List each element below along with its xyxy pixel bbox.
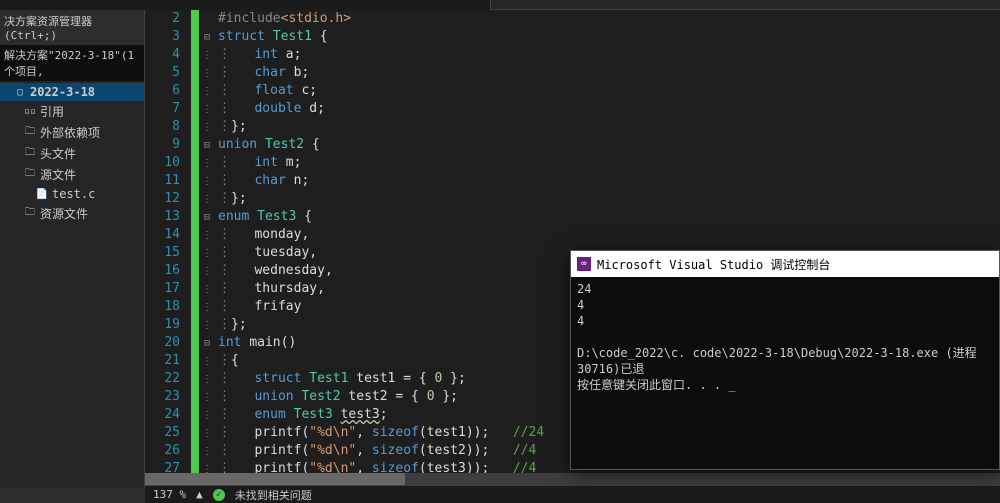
header-files-label: 头文件 [40, 145, 76, 162]
fold-gutter: ⊟ ⋮⋮⋮⋮⋮ ⊟ ⋮⋮⋮ ⊟ ⋮⋮⋮⋮⋮⋮ ⊟ ⋮⋮⋮⋮⋮⋮⋮⋮ [200, 10, 214, 488]
folder-icon: 🗀 [24, 169, 36, 181]
status-ok-icon: ✓ [213, 489, 225, 501]
line-number: 19 [145, 316, 190, 334]
line-number: 10 [145, 154, 190, 172]
line-number: 4 [145, 46, 190, 64]
line-number: 24 [145, 406, 190, 424]
c-file-icon: 📄 [36, 188, 48, 200]
line-number: 9 [145, 136, 190, 154]
fold-toggle[interactable]: ⊟ [200, 208, 214, 226]
debug-console-output[interactable]: 24 4 4 D:\code_2022\c. code\2022-3-18\De… [571, 277, 999, 397]
project-label: 2022-3-18 [30, 85, 95, 99]
issues-label[interactable]: 未找到相关问题 [235, 487, 312, 503]
line-number: 6 [145, 82, 190, 100]
line-number: 18 [145, 298, 190, 316]
project-icon: ▢ [14, 86, 26, 98]
line-number: 12 [145, 190, 190, 208]
solution-explorer: 决方案资源管理器(Ctrl+;) 解决方案"2022-3-18"(1 个项目, … [0, 10, 145, 488]
external-deps-label: 外部依赖项 [40, 124, 100, 141]
line-number: 14 [145, 226, 190, 244]
status-bar: 137 % ▲ ✓ 未找到相关问题 [145, 485, 1000, 503]
line-number: 26 [145, 442, 190, 460]
resource-files-label: 资源文件 [40, 205, 88, 222]
line-number: 3 [145, 28, 190, 46]
line-number: 7 [145, 100, 190, 118]
line-number: 11 [145, 172, 190, 190]
line-number: 22 [145, 370, 190, 388]
fold-toggle[interactable]: ⊟ [200, 136, 214, 154]
references-icon: ▫▫ [24, 106, 36, 118]
line-number: 2 [145, 10, 190, 28]
folder-icon: 🗀 [24, 208, 36, 220]
file-test-c[interactable]: 📄 test.c [0, 185, 144, 203]
line-number: 23 [145, 388, 190, 406]
project-node[interactable]: ▢ 2022-3-18 [0, 83, 144, 101]
scrollbar-thumb[interactable] [145, 473, 405, 485]
folder-icon: 🗀 [24, 148, 36, 160]
source-files-node[interactable]: 🗀 源文件 [0, 164, 144, 185]
line-number: 15 [145, 244, 190, 262]
source-files-label: 源文件 [40, 166, 76, 183]
horizontal-scrollbar[interactable] [145, 473, 1000, 485]
solution-explorer-search[interactable]: 决方案资源管理器(Ctrl+;) [0, 10, 144, 45]
file-label: test.c [52, 187, 95, 201]
line-number: 5 [145, 64, 190, 82]
fold-toggle[interactable]: ⊟ [200, 28, 214, 46]
fold-toggle[interactable]: ⊟ [200, 334, 214, 352]
change-bar [190, 10, 200, 488]
resource-files-node[interactable]: 🗀 资源文件 [0, 203, 144, 224]
external-deps-node[interactable]: 🗀 外部依赖项 [0, 122, 144, 143]
debug-console-title: Microsoft Visual Studio 调试控制台 [597, 256, 830, 273]
line-number: 20 [145, 334, 190, 352]
header-files-node[interactable]: 🗀 头文件 [0, 143, 144, 164]
vs-icon: ∞ [577, 257, 591, 271]
folder-icon: 🗀 [24, 127, 36, 139]
references-node[interactable]: ▫▫ 引用 [0, 101, 144, 122]
cursor: _ [728, 378, 735, 392]
zoom-level[interactable]: 137 % [153, 488, 186, 501]
references-label: 引用 [40, 103, 64, 120]
line-number: 25 [145, 424, 190, 442]
solution-title[interactable]: 解决方案"2022-3-18"(1 个项目, [0, 45, 144, 81]
line-number: 21 [145, 352, 190, 370]
line-number: 13 [145, 208, 190, 226]
line-gutter: 2 3 4 5 6 7 8 9 10 11 12 13 14 15 16 17 … [145, 10, 190, 488]
line-number: 16 [145, 262, 190, 280]
debug-console-window[interactable]: ∞ Microsoft Visual Studio 调试控制台 24 4 4 D… [570, 250, 1000, 470]
debug-console-titlebar[interactable]: ∞ Microsoft Visual Studio 调试控制台 [571, 251, 999, 277]
line-number: 17 [145, 280, 190, 298]
line-number: 8 [145, 118, 190, 136]
